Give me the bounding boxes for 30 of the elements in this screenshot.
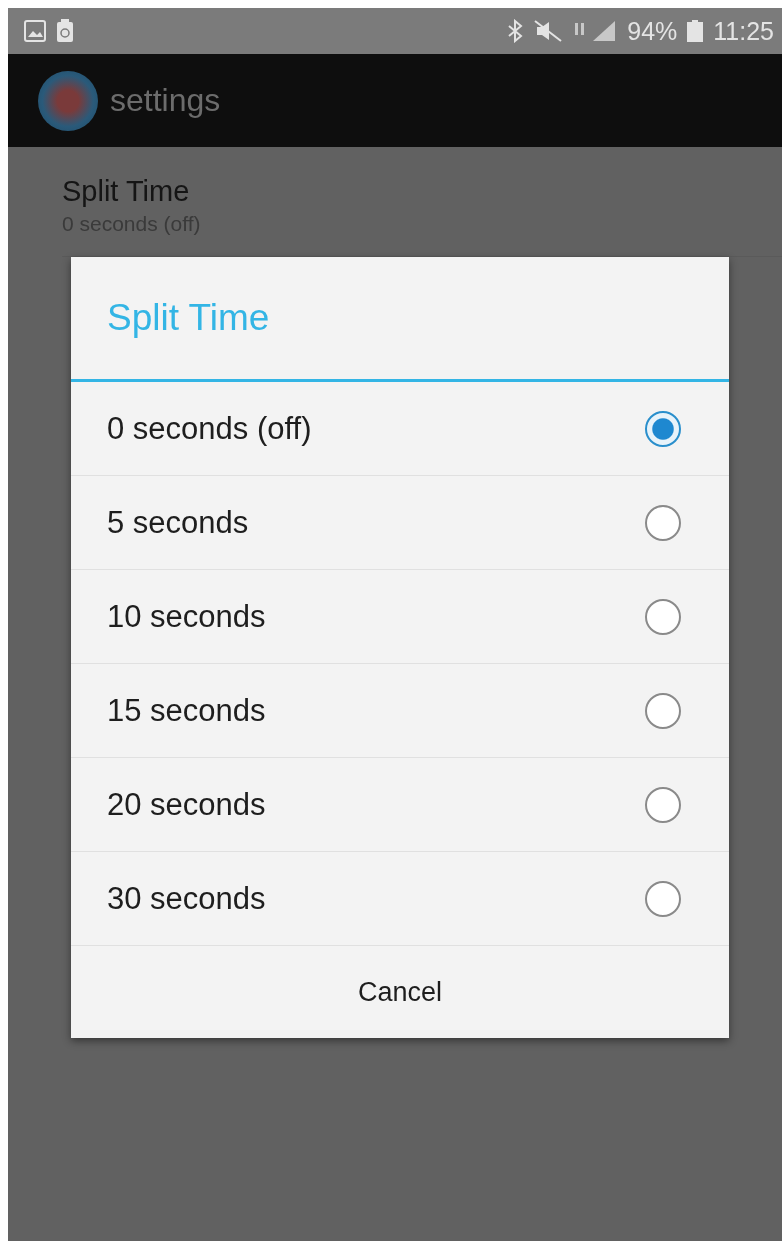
option-label: 10 seconds bbox=[107, 598, 266, 635]
signal-icon bbox=[573, 19, 618, 43]
radio-button[interactable] bbox=[645, 410, 681, 447]
option-row[interactable]: 5 seconds bbox=[71, 476, 729, 570]
option-label: 5 seconds bbox=[107, 504, 249, 541]
option-label: 20 seconds bbox=[107, 786, 266, 823]
option-label: 0 seconds (off) bbox=[107, 410, 312, 447]
radio-button[interactable] bbox=[645, 598, 681, 635]
clipboard-icon bbox=[56, 19, 74, 43]
mute-icon bbox=[533, 19, 564, 43]
radio-button[interactable] bbox=[645, 692, 681, 729]
battery-icon bbox=[687, 20, 704, 42]
radio-button[interactable] bbox=[645, 880, 681, 917]
radio-button[interactable] bbox=[645, 504, 681, 541]
option-label: 15 seconds bbox=[107, 692, 266, 729]
bluetooth-icon bbox=[507, 19, 524, 43]
app-title: settings bbox=[110, 82, 221, 119]
option-row[interactable]: 20 seconds bbox=[71, 758, 729, 852]
radio-button[interactable] bbox=[645, 786, 681, 823]
dialog-title: Split Time bbox=[71, 257, 729, 382]
option-label: 30 seconds bbox=[107, 880, 266, 917]
clock-time: 11:25 bbox=[713, 16, 774, 46]
option-row[interactable]: 10 seconds bbox=[71, 570, 729, 664]
option-row[interactable]: 15 seconds bbox=[71, 664, 729, 758]
option-row[interactable]: 0 seconds (off) bbox=[71, 382, 729, 476]
cancel-button[interactable]: Cancel bbox=[71, 946, 729, 1038]
preference-title: Split Time bbox=[62, 175, 191, 208]
image-icon bbox=[24, 20, 46, 42]
battery-percentage: 94% bbox=[627, 16, 678, 46]
option-row[interactable]: 30 seconds bbox=[71, 852, 729, 946]
